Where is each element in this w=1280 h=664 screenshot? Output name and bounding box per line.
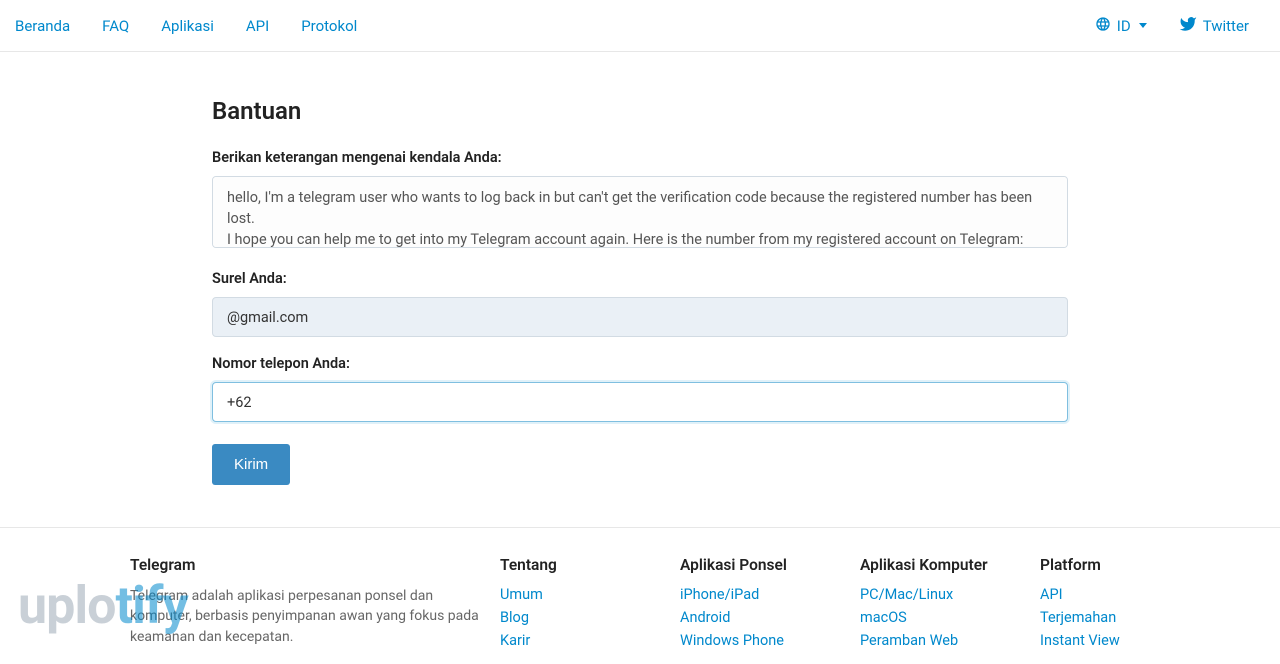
footer-col-title: Platform: [1040, 556, 1200, 574]
footer-link[interactable]: Peramban Web: [860, 632, 958, 649]
footer-col-tentang: Tentang Umum Blog Karir: [500, 556, 660, 655]
phone-label: Nomor telepon Anda:: [212, 355, 1068, 372]
nav-left: Beranda FAQ Aplikasi API Protokol: [15, 2, 373, 50]
language-code: ID: [1117, 17, 1131, 35]
nav-apps[interactable]: Aplikasi: [145, 2, 230, 50]
phone-group: Nomor telepon Anda:: [212, 355, 1068, 422]
twitter-icon: [1179, 15, 1197, 37]
nav-faq[interactable]: FAQ: [86, 2, 145, 50]
footer-link[interactable]: iPhone/iPad: [680, 586, 759, 603]
nav-twitter[interactable]: Twitter: [1163, 0, 1265, 52]
description-label: Berikan keterangan mengenai kendala Anda…: [212, 149, 1068, 166]
top-navigation: Beranda FAQ Aplikasi API Protokol ID Twi…: [0, 0, 1280, 52]
footer-link[interactable]: Terjemahan: [1040, 609, 1116, 626]
description-textarea[interactable]: [212, 176, 1068, 248]
nav-right: ID Twitter: [1079, 0, 1265, 52]
nav-home[interactable]: Beranda: [15, 2, 86, 50]
nav-protocol[interactable]: Protokol: [285, 2, 373, 50]
phone-input[interactable]: [212, 382, 1068, 422]
footer-link[interactable]: Windows Phone: [680, 632, 784, 649]
footer-col-title: Aplikasi Komputer: [860, 556, 1020, 574]
nav-api[interactable]: API: [230, 2, 285, 50]
twitter-label: Twitter: [1203, 17, 1249, 35]
footer: Telegram Telegram adalah aplikasi perpes…: [0, 527, 1280, 655]
submit-button[interactable]: Kirim: [212, 444, 290, 485]
footer-col-komputer: Aplikasi Komputer PC/Mac/Linux macOS Per…: [860, 556, 1020, 655]
footer-col-title: Aplikasi Ponsel: [680, 556, 840, 574]
language-switcher[interactable]: ID: [1079, 1, 1163, 51]
footer-col-ponsel: Aplikasi Ponsel iPhone/iPad Android Wind…: [680, 556, 840, 655]
email-input[interactable]: [212, 297, 1068, 337]
footer-link[interactable]: Umum: [500, 586, 543, 603]
footer-link[interactable]: API: [1040, 586, 1063, 603]
footer-link[interactable]: PC/Mac/Linux: [860, 586, 953, 603]
main-content: Bantuan Berikan keterangan mengenai kend…: [192, 52, 1088, 485]
footer-about-text: Telegram adalah aplikasi perpesanan pons…: [130, 586, 480, 647]
description-group: Berikan keterangan mengenai kendala Anda…: [212, 149, 1068, 252]
footer-col-platform: Platform API Terjemahan Instant View: [1040, 556, 1200, 655]
page-title: Bantuan: [212, 97, 1068, 125]
email-group: Surel Anda:: [212, 270, 1068, 337]
email-label: Surel Anda:: [212, 270, 1068, 287]
footer-col-title: Tentang: [500, 556, 660, 574]
chevron-down-icon: [1139, 23, 1147, 28]
footer-about: Telegram Telegram adalah aplikasi perpes…: [130, 556, 480, 655]
footer-link[interactable]: Instant View: [1040, 632, 1120, 649]
footer-link[interactable]: macOS: [860, 609, 907, 626]
footer-link[interactable]: Karir: [500, 632, 530, 649]
footer-link[interactable]: Blog: [500, 609, 529, 626]
footer-link[interactable]: Android: [680, 609, 730, 626]
globe-icon: [1095, 16, 1111, 36]
footer-about-title: Telegram: [130, 556, 480, 574]
